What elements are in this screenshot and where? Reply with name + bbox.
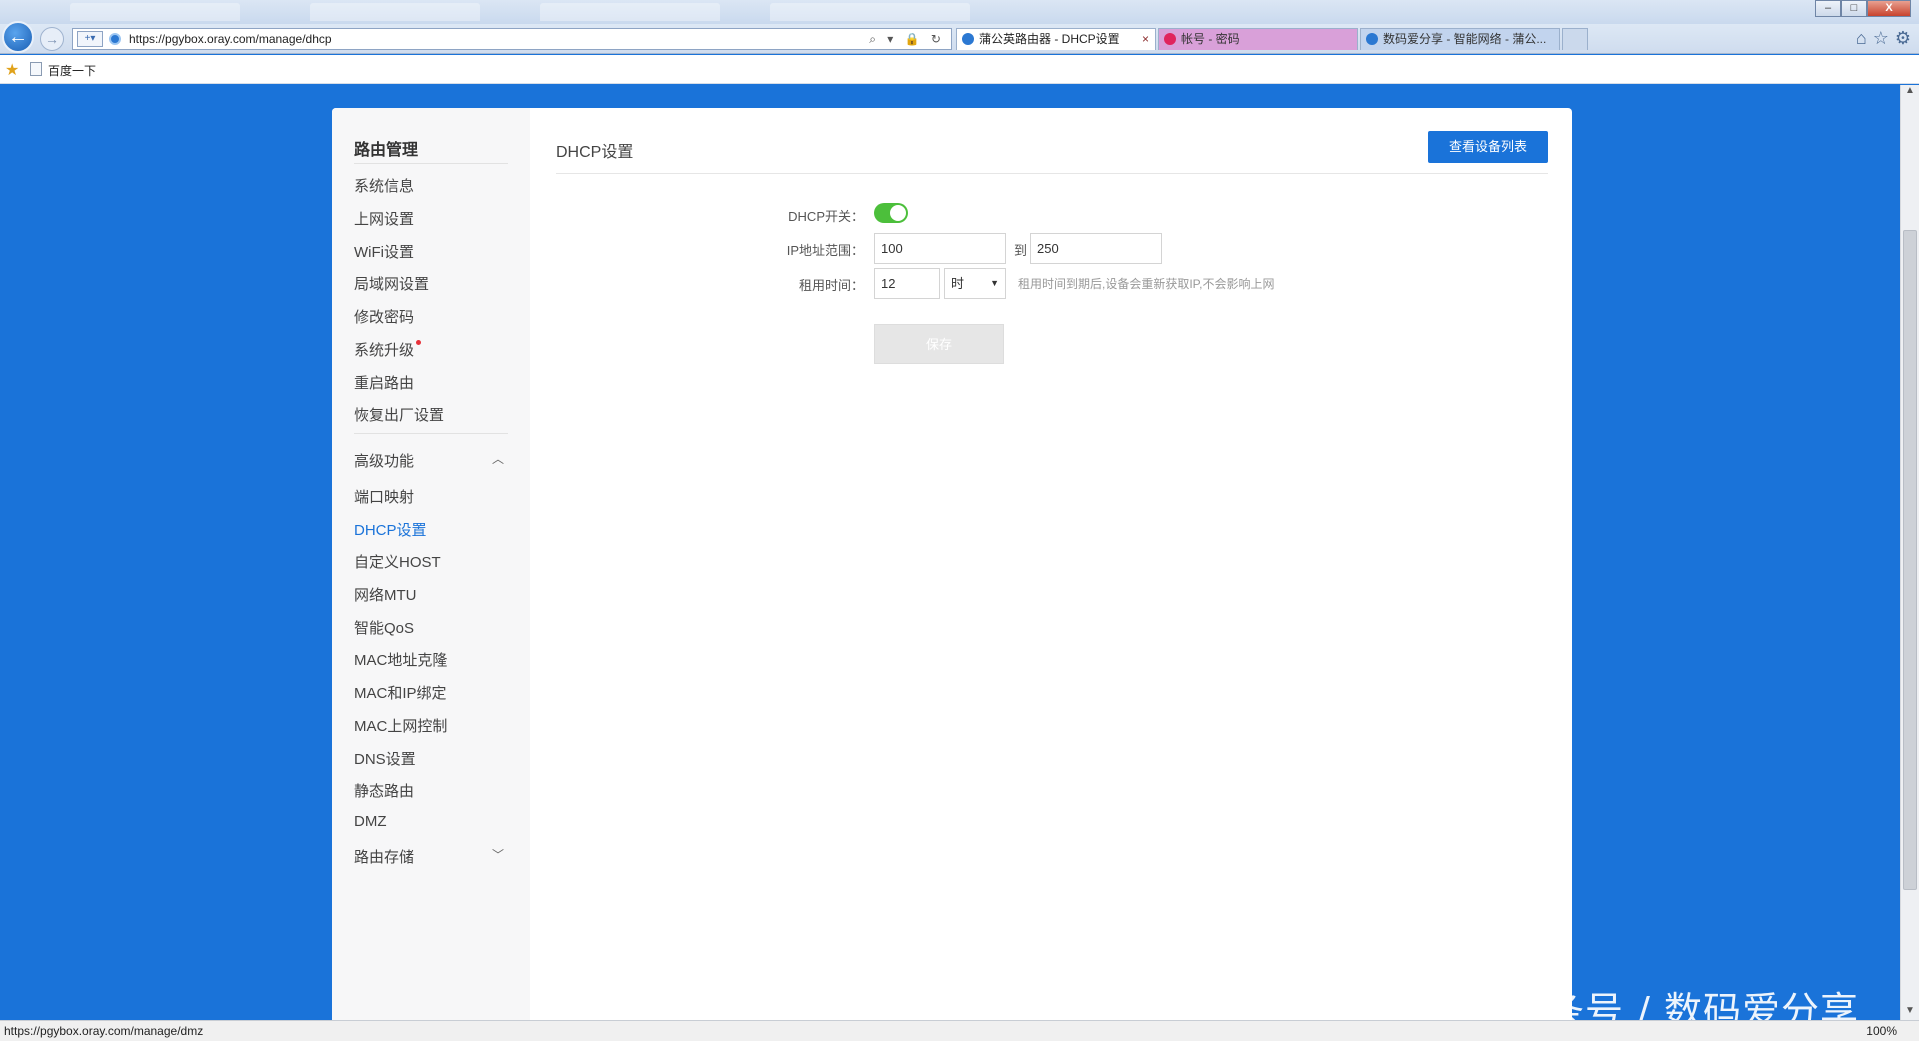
sidebar-item-factory-reset[interactable]: 恢复出厂设置 <box>354 404 444 425</box>
site-favicon-icon <box>1366 33 1378 45</box>
main-panel: DHCP设置 查看设备列表 DHCP开关： IP地址范围： 100 到 250 … <box>530 108 1572 1020</box>
arrow-left-icon: ← <box>8 25 28 48</box>
status-bar: https://pgybox.oray.com/manage/dmz 100% <box>0 1020 1919 1041</box>
divider <box>556 173 1548 174</box>
chevron-down-icon: ﹀ <box>491 848 504 862</box>
scroll-thumb[interactable] <box>1903 230 1917 890</box>
tab-label: 数码爱分享 - 智能网络 - 蒲公... <box>1383 32 1547 46</box>
advanced-group-header[interactable]: 高级功能 ︿ <box>354 450 508 471</box>
gear-icon[interactable]: ⚙ <box>1895 28 1911 49</box>
star-icon[interactable]: ☆ <box>1873 28 1889 49</box>
vertical-scrollbar[interactable]: ▲ ▼ <box>1900 85 1919 1020</box>
sidebar-item-system-info[interactable]: 系统信息 <box>354 175 414 196</box>
new-tab-button[interactable] <box>1562 28 1588 50</box>
site-favicon-icon <box>109 33 121 45</box>
sidebar-title: 路由管理 <box>354 142 419 159</box>
window-controls: – □ X <box>1815 0 1911 17</box>
page-background: 路由管理 系统信息 上网设置 WiFi设置 局域网设置 修改密码 系统升级 重启… <box>0 85 1900 1020</box>
sidebar-item-password[interactable]: 修改密码 <box>354 306 414 327</box>
sidebar-item-mtu[interactable]: 网络MTU <box>354 584 417 605</box>
favorites-bar: ★ 百度一下 <box>0 55 1919 84</box>
sidebar-item-static-route[interactable]: 静态路由 <box>354 780 414 801</box>
sidebar-item-mac-ip-binding[interactable]: MAC和IP绑定 <box>354 682 447 703</box>
home-icon[interactable]: ⌂ <box>1856 28 1867 49</box>
ip-range-label: IP地址范围： <box>786 243 864 258</box>
lease-time-input[interactable]: 12 <box>874 268 940 299</box>
sidebar-item-port-mapping[interactable]: 端口映射 <box>354 486 414 507</box>
sidebar-item-reboot[interactable]: 重启路由 <box>354 372 414 393</box>
minimize-button[interactable]: – <box>1815 0 1841 17</box>
dhcp-switch-label: DHCP开关： <box>788 209 864 224</box>
view-device-list-button[interactable]: 查看设备列表 <box>1428 131 1548 163</box>
update-badge <box>416 340 422 345</box>
scroll-down-icon[interactable]: ▼ <box>1905 1005 1915 1016</box>
site-favicon-icon <box>1164 33 1176 45</box>
sidebar-item-dns[interactable]: DNS设置 <box>354 748 416 769</box>
sidebar-item-dmz[interactable]: DMZ <box>354 813 387 830</box>
toggle-knob <box>890 205 906 221</box>
ip-start-input[interactable]: 100 <box>874 233 1006 264</box>
favorite-link[interactable]: 百度一下 <box>48 62 96 79</box>
sidebar-item-label: 系统升级 <box>354 342 415 359</box>
page-title: DHCP设置 <box>556 144 634 161</box>
status-url: https://pgybox.oray.com/manage/dmz <box>4 1024 204 1038</box>
background-tab[interactable] <box>770 3 970 21</box>
favorites-star-icon[interactable]: ★ <box>5 60 19 80</box>
tab-label: 蒲公英路由器 - DHCP设置 <box>979 32 1120 46</box>
range-to-label: 到 <box>1014 243 1028 258</box>
content-card: 路由管理 系统信息 上网设置 WiFi设置 局域网设置 修改密码 系统升级 重启… <box>332 108 1572 1020</box>
sidebar-item-dhcp[interactable]: DHCP设置 <box>354 519 427 540</box>
background-tab[interactable] <box>70 3 240 21</box>
background-tab[interactable] <box>540 3 720 21</box>
sidebar-item-lan[interactable]: 局域网设置 <box>354 273 429 294</box>
sidebar-item-upgrade[interactable]: 系统升级 <box>354 339 422 360</box>
sidebar-item-qos[interactable]: 智能QoS <box>354 617 414 638</box>
sidebar-item-custom-host[interactable]: 自定义HOST <box>354 551 441 572</box>
tab-dhcp[interactable]: 蒲公英路由器 - DHCP设置 × <box>956 28 1156 50</box>
dropdown-arrow-icon: ▼ <box>990 278 999 288</box>
tab-account[interactable]: 帐号 - 密码 <box>1158 28 1358 50</box>
divider <box>354 163 508 164</box>
sidebar: 路由管理 系统信息 上网设置 WiFi设置 局域网设置 修改密码 系统升级 重启… <box>332 108 530 1020</box>
back-button[interactable]: ← <box>2 21 34 53</box>
navigation-bar: ← → +▾ https://pgybox.oray.com/manage/dh… <box>0 21 1919 54</box>
zoom-level[interactable]: 100% <box>1866 1021 1897 1041</box>
maximize-button[interactable]: □ <box>1841 0 1867 17</box>
tab-share[interactable]: 数码爱分享 - 智能网络 - 蒲公... <box>1360 28 1560 50</box>
sidebar-item-mac-access[interactable]: MAC上网控制 <box>354 715 447 736</box>
group-title: 高级功能 <box>354 453 415 470</box>
sidebar-item-wifi[interactable]: WiFi设置 <box>354 241 414 262</box>
browser-tools: ⌂ ☆ ⚙ <box>1856 28 1911 49</box>
window-titlebar: – □ X <box>0 0 1919 24</box>
address-bar[interactable]: +▾ https://pgybox.oray.com/manage/dhcp ⌕… <box>72 28 952 50</box>
close-tab-icon[interactable]: × <box>1142 29 1149 49</box>
close-window-button[interactable]: X <box>1867 0 1911 17</box>
address-tools[interactable]: ⌕ ▾ 🔒 ↻ <box>869 29 945 49</box>
forward-button[interactable]: → <box>40 27 64 51</box>
arrow-right-icon: → <box>45 31 59 47</box>
lease-unit-select[interactable]: 时 ▼ <box>944 268 1006 299</box>
ip-end-input[interactable]: 250 <box>1030 233 1162 264</box>
save-button[interactable]: 保存 <box>874 324 1004 364</box>
lease-hint: 租用时间到期后,设备会重新获取IP,不会影响上网 <box>1018 277 1275 291</box>
sidebar-item-label: 路由存储 <box>354 849 415 866</box>
sidebar-item-internet[interactable]: 上网设置 <box>354 208 414 229</box>
site-favicon-icon <box>962 33 974 45</box>
sidebar-item-storage[interactable]: 路由存储 ﹀ <box>354 846 508 867</box>
lease-time-label: 租用时间： <box>798 278 864 293</box>
sidebar-item-mac-clone[interactable]: MAC地址克隆 <box>354 649 447 670</box>
compat-dropdown[interactable]: +▾ <box>77 31 103 47</box>
dhcp-toggle[interactable] <box>874 203 908 223</box>
chevron-up-icon: ︿ <box>491 452 504 466</box>
background-tab[interactable] <box>310 3 480 21</box>
address-url[interactable]: https://pgybox.oray.com/manage/dhcp <box>129 29 332 49</box>
selected-value: 时 <box>951 276 965 291</box>
page-icon <box>30 62 42 76</box>
scroll-up-icon[interactable]: ▲ <box>1905 85 1915 96</box>
tab-label: 帐号 - 密码 <box>1181 32 1240 46</box>
divider <box>354 433 508 434</box>
